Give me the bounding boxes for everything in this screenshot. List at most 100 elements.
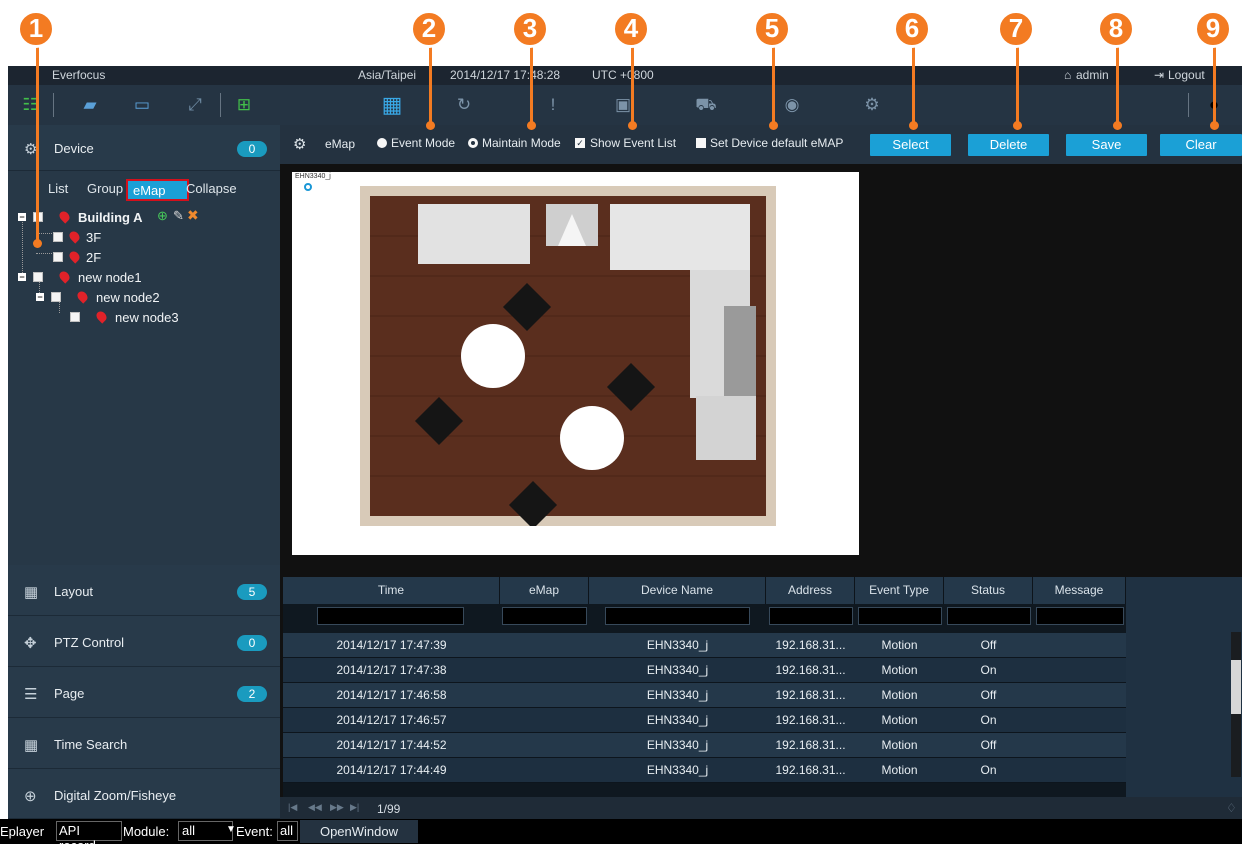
event-select[interactable]: all <box>277 821 298 841</box>
filter-input-message[interactable] <box>1036 607 1124 625</box>
filter-input-emap[interactable] <box>502 607 587 625</box>
column-header-device-name[interactable]: Device Name <box>589 577 766 604</box>
fullscreen-icon[interactable]: ⤢ <box>183 93 207 117</box>
api-record-select[interactable]: API record <box>56 821 122 853</box>
scrollbar-track[interactable] <box>1231 632 1241 777</box>
module-dropdown-icon[interactable]: ▼ <box>226 824 236 835</box>
set-default-emap-label[interactable]: Set Device default eMAP <box>710 136 843 150</box>
callout-pointer <box>33 239 42 248</box>
open-window-button[interactable]: OpenWindow <box>300 820 418 843</box>
sidebar-section-page[interactable]: ☰ Page 2 <box>8 667 280 718</box>
table-row[interactable]: 2014/12/17 17:44:52 EHN3340_j 192.168.31… <box>283 733 1126 758</box>
sidebar-section-label: Page <box>54 686 85 701</box>
playback-icon[interactable]: ↻ <box>452 93 476 117</box>
ptz-icon: ✥ <box>24 635 37 652</box>
split-icon[interactable]: ⊞ <box>232 93 256 117</box>
event-mode-radio[interactable] <box>377 138 387 148</box>
face-icon[interactable]: ◉ <box>780 93 804 117</box>
bottom-bar: Eplayer API record Module: all ▼ Event: … <box>0 819 1242 853</box>
tree-node-new-node2[interactable]: − new node2 <box>36 289 236 307</box>
tab-emap[interactable]: eMap <box>126 179 189 201</box>
tab-group[interactable]: Group <box>87 181 123 196</box>
delete-button[interactable]: Delete <box>968 134 1049 156</box>
show-event-list-checkbox[interactable]: ✓ <box>575 138 585 148</box>
eplayer-label: Eplayer <box>0 824 45 839</box>
last-page-icon[interactable]: ▶| <box>350 802 359 813</box>
filter-input-device-name[interactable] <box>605 607 750 625</box>
tree-node-new-node3[interactable]: new node3 <box>70 309 250 327</box>
device-section-header[interactable]: ⚙ Device 0 <box>8 125 280 171</box>
alarm-icon[interactable]: ! <box>541 93 565 117</box>
column-header-address[interactable]: Address <box>766 577 855 604</box>
tree-checkbox[interactable] <box>53 232 63 242</box>
column-header-message[interactable]: Message <box>1033 577 1126 604</box>
tree-node-building[interactable]: − Building A ⊕ ✎ ✖ <box>18 207 218 227</box>
event-type-cell: Motion <box>881 638 918 652</box>
sidebar-section-digital-zoom[interactable]: ⊕ Digital Zoom/Fisheye <box>8 769 280 819</box>
filter-input-status[interactable] <box>947 607 1031 625</box>
collapse-icon[interactable]: − <box>36 293 44 302</box>
layout-grid-icon[interactable]: ▦ <box>380 93 404 117</box>
save-button[interactable]: Save <box>1066 134 1147 156</box>
column-header-event-type[interactable]: Event Type <box>855 577 944 604</box>
tree-node-3f[interactable]: 3F <box>53 229 173 247</box>
logout-link[interactable]: Logout <box>1168 68 1205 82</box>
column-header-emap[interactable]: eMap <box>500 577 589 604</box>
tree-node-new-node1[interactable]: − new node1 <box>18 269 218 287</box>
emap-toolbar: ⚙ eMap Event Mode Maintain Mode ✓ Show E… <box>280 125 1242 164</box>
edit-icon[interactable]: ✎ <box>173 208 184 224</box>
settings-icon[interactable]: ⚙ <box>860 93 884 117</box>
tree-node-2f[interactable]: 2F <box>53 249 173 267</box>
column-header-time[interactable]: Time <box>283 577 500 604</box>
table-row[interactable]: 2014/12/17 17:47:38 EHN3340_j 192.168.31… <box>283 658 1126 683</box>
tree-label: new node2 <box>96 290 160 305</box>
tree-checkbox[interactable] <box>53 252 63 262</box>
filter-input-event-type[interactable] <box>858 607 942 625</box>
tab-collapse[interactable]: Collapse <box>186 181 237 196</box>
collapse-icon[interactable]: − <box>18 273 26 282</box>
previous-page-icon[interactable]: ◀◀ <box>308 802 322 813</box>
set-default-emap-checkbox[interactable] <box>696 138 706 148</box>
table-row[interactable]: 2014/12/17 17:47:39 EHN3340_j 192.168.31… <box>283 633 1126 658</box>
filter-input-time[interactable] <box>317 607 464 625</box>
tree-checkbox[interactable] <box>33 272 43 282</box>
tree-checkbox[interactable] <box>51 292 61 302</box>
maintain-mode-label[interactable]: Maintain Mode <box>482 136 561 150</box>
clear-button[interactable]: Clear <box>1160 134 1242 156</box>
module-select[interactable]: all <box>178 821 233 841</box>
camera-marker-icon[interactable] <box>304 183 312 191</box>
event-type-cell: Motion <box>881 688 918 702</box>
maintain-mode-radio[interactable] <box>468 138 478 148</box>
collapse-icon[interactable]: − <box>18 213 26 222</box>
event-mode-label[interactable]: Event Mode <box>391 136 455 150</box>
tab-list[interactable]: List <box>48 181 68 196</box>
address-cell: 192.168.31... <box>775 638 846 652</box>
multi-window-icon[interactable]: ▰ <box>78 93 102 117</box>
delete-node-icon[interactable]: ✖ <box>187 207 199 224</box>
sidebar-section-time-search[interactable]: ▦ Time Search <box>8 718 280 769</box>
tree-checkbox[interactable] <box>70 312 80 322</box>
emap-canvas[interactable]: EHN3340_j <box>292 172 859 555</box>
table-row[interactable]: 2014/12/17 17:44:49 EHN3340_j 192.168.31… <box>283 758 1126 783</box>
time-cell: 2014/12/17 17:46:58 <box>336 688 447 702</box>
show-event-list-label[interactable]: Show Event List <box>590 136 676 150</box>
user-name[interactable]: admin <box>1076 68 1109 82</box>
table-row[interactable]: 2014/12/17 17:46:57 EHN3340_j 192.168.31… <box>283 708 1126 733</box>
event-type-cell: Motion <box>881 663 918 677</box>
vehicle-icon[interactable]: ⛟ <box>694 93 718 117</box>
callout-leader <box>1213 47 1216 123</box>
user-icon: ⌂ <box>1064 68 1072 82</box>
scrollbar-thumb[interactable] <box>1231 660 1241 714</box>
sidebar-section-layout[interactable]: ▦ Layout 5 <box>8 565 280 616</box>
address-cell: 192.168.31... <box>775 688 846 702</box>
sidebar-section-ptz[interactable]: ✥ PTZ Control 0 <box>8 616 280 667</box>
table-row[interactable]: 2014/12/17 17:46:58 EHN3340_j 192.168.31… <box>283 683 1126 708</box>
filter-input-address[interactable] <box>769 607 853 625</box>
first-page-icon[interactable]: |◀ <box>288 802 297 813</box>
callout-badge: 5 <box>753 10 791 48</box>
column-header-status[interactable]: Status <box>944 577 1033 604</box>
add-icon[interactable]: ⊕ <box>157 208 168 224</box>
select-button[interactable]: Select <box>870 134 951 156</box>
next-page-icon[interactable]: ▶▶ <box>330 802 344 813</box>
monitor-icon[interactable]: ▭ <box>130 93 154 117</box>
